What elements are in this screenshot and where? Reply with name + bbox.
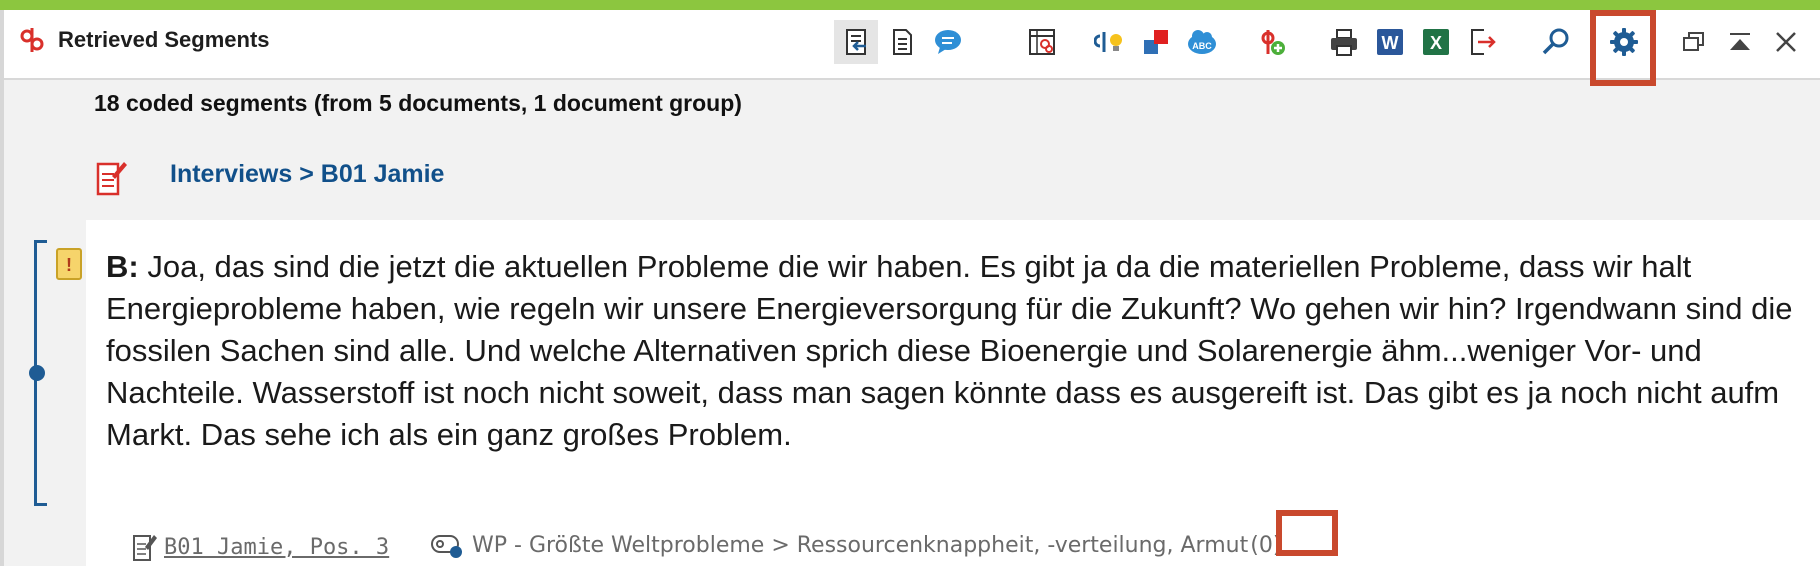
settings-highlight-box [1590, 10, 1656, 86]
word-export-label: W [1382, 33, 1399, 53]
comment-bubble-icon [935, 30, 961, 54]
code-matrix-button[interactable] [1020, 20, 1064, 64]
collapse-button[interactable] [1718, 20, 1762, 64]
export-arrow-icon [1471, 29, 1496, 55]
code-tag-icon [431, 535, 462, 558]
segment-bracket-handle[interactable] [29, 365, 45, 381]
memo-symbol: ! [66, 255, 72, 275]
print-button[interactable] [1322, 20, 1366, 64]
code-count-highlight-box [1276, 510, 1338, 556]
restore-window-icon [1683, 32, 1704, 51]
excel-export-icon: X [1423, 29, 1449, 55]
document-source-icon [133, 535, 157, 561]
document-path-link[interactable]: Interviews > B01 Jamie [170, 160, 444, 189]
segment-speaker: B: [106, 249, 139, 284]
code-idea-icon [1094, 32, 1122, 52]
segment-body: Joa, das sind die jetzt die aktuellen Pr… [106, 249, 1793, 452]
window-header: Retrieved Segments ABC W X [4, 10, 1820, 86]
comment-button[interactable] [926, 20, 970, 64]
memo-icon[interactable]: ! [56, 248, 82, 280]
color-code-button[interactable] [1134, 20, 1178, 64]
restore-window-button[interactable] [1672, 20, 1716, 64]
title-area: Retrieved Segments [18, 26, 270, 54]
close-button[interactable] [1764, 20, 1808, 64]
color-code-icon [1144, 30, 1168, 54]
close-icon [1776, 32, 1796, 52]
document-icon [96, 162, 127, 196]
collapse-icon [1730, 33, 1750, 50]
accent-bar [0, 0, 1820, 10]
word-cloud-icon: ABC [1188, 30, 1216, 54]
export-to-document-icon [846, 29, 866, 55]
export-button[interactable] [1460, 20, 1504, 64]
word-export-icon: W [1377, 29, 1403, 55]
retrieved-segments-icon [20, 28, 44, 52]
segment-code: WP - Größte Weltprobleme > Ressourcenkna… [430, 532, 1281, 558]
excel-export-label: X [1430, 33, 1442, 53]
word-export-button[interactable]: W [1368, 20, 1412, 64]
list-view-icon [893, 29, 912, 55]
segment-summary: 18 coded segments (from 5 documents, 1 d… [94, 90, 742, 116]
list-view-button[interactable] [880, 20, 924, 64]
segment-code-label: WP - Größte Weltprobleme > Ressourcenkna… [472, 532, 1249, 558]
code-matrix-icon [1029, 29, 1055, 55]
search-icon [1542, 28, 1569, 55]
retrieved-segments-window: Retrieved Segments ABC W X 18 coded segm… [0, 10, 1820, 566]
add-code-button[interactable] [1250, 20, 1294, 64]
print-icon [1331, 29, 1357, 56]
word-cloud-label: ABC [1192, 41, 1212, 51]
segment-source-link[interactable]: B01 Jamie, Pos. 3 [164, 535, 389, 560]
excel-export-button[interactable]: X [1414, 20, 1458, 64]
add-code-icon [1261, 30, 1285, 55]
segment-source: B01 Jamie, Pos. 3 [132, 532, 389, 562]
export-to-document-button[interactable] [834, 20, 878, 64]
code-idea-button[interactable] [1088, 20, 1132, 64]
word-cloud-button[interactable]: ABC [1180, 20, 1224, 64]
window-title: Retrieved Segments [58, 27, 270, 52]
segment-text: B: Joa, das sind die jetzt die aktuellen… [106, 246, 1806, 456]
search-button[interactable] [1534, 20, 1578, 64]
